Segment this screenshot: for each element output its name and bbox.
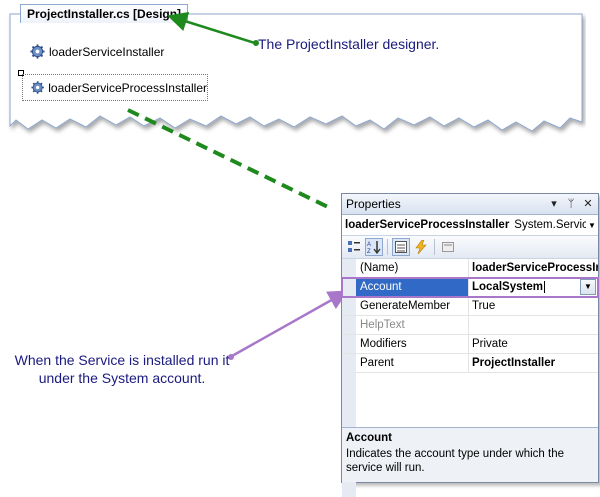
toolbar-separator	[434, 239, 435, 255]
chevron-down-icon[interactable]: ▼	[580, 279, 596, 295]
property-value[interactable]: Private	[469, 335, 598, 353]
property-name: (Name)	[356, 259, 469, 277]
row-gutter	[342, 297, 356, 315]
categorized-icon[interactable]	[345, 238, 363, 256]
object-name: loaderServiceProcessInstaller	[345, 219, 510, 231]
property-value[interactable]: loaderServiceProcessInstaller	[469, 259, 598, 277]
chevron-down-icon[interactable]: ▼	[586, 221, 598, 230]
property-name: GenerateMember	[356, 297, 469, 315]
property-row-account[interactable]: Account LocalSystem ▼	[341, 277, 599, 298]
object-selector-combo[interactable]: loaderServiceProcessInstaller System.Ser…	[342, 215, 598, 236]
property-row-generate-member[interactable]: GenerateMember True	[342, 297, 598, 316]
gear-icon	[30, 44, 45, 59]
description-text: Indicates the account type under which t…	[346, 448, 565, 474]
purple-arrow	[231, 290, 349, 358]
properties-view-icon[interactable]	[392, 238, 410, 256]
window-position-dropdown-icon[interactable]: ▾	[547, 197, 561, 211]
account-value[interactable]: LocalSystem	[472, 278, 580, 296]
row-gutter	[342, 278, 356, 296]
properties-window: Properties ▾ ᛘ ✕ loaderServiceProcessIns…	[341, 193, 599, 497]
properties-title: Properties	[346, 197, 401, 211]
property-value[interactable]: True	[469, 297, 598, 315]
description-title: Account	[346, 432, 392, 444]
row-gutter	[342, 335, 356, 353]
component-label: loaderServiceInstaller	[49, 44, 165, 59]
property-value[interactable]	[469, 316, 598, 334]
component-loader-service-installer[interactable]: loaderServiceInstaller	[30, 44, 164, 59]
alphabetical-icon[interactable]: AZ	[365, 238, 383, 256]
events-lightning-icon[interactable]	[412, 238, 430, 256]
property-name: Account	[356, 278, 469, 296]
object-type: System.Service	[514, 219, 586, 231]
close-icon[interactable]: ✕	[581, 197, 595, 211]
pin-icon[interactable]: ᛘ	[564, 197, 578, 211]
designer-surface: ProjectInstaller.cs [Design] loaderServi…	[4, 0, 586, 142]
svg-text:A: A	[367, 242, 371, 248]
property-row-modifiers[interactable]: Modifiers Private	[342, 335, 598, 354]
property-row-name[interactable]: (Name) loaderServiceProcessInstaller	[342, 259, 598, 278]
toolbar-separator	[387, 239, 388, 255]
property-pages-icon[interactable]	[439, 238, 457, 256]
designer-annotation: The ProjectInstaller designer.	[258, 36, 440, 52]
row-gutter	[342, 259, 356, 277]
property-name: Modifiers	[356, 335, 469, 353]
property-row-help-text[interactable]: HelpText	[342, 316, 598, 335]
component-label: loaderServiceProcessInstaller	[48, 80, 207, 95]
account-value-dropdown[interactable]: LocalSystem ▼	[469, 278, 598, 296]
gear-icon	[31, 81, 44, 94]
tab-project-installer-design[interactable]: ProjectInstaller.cs [Design]	[20, 4, 189, 23]
property-grid: (Name) loaderServiceProcessInstaller Acc…	[341, 259, 599, 497]
properties-title-bar: Properties ▾ ᛘ ✕	[342, 194, 598, 215]
property-name: HelpText	[356, 316, 469, 334]
svg-text:Z: Z	[367, 249, 371, 254]
component-loader-service-process-installer[interactable]: loaderServiceProcessInstaller	[22, 74, 208, 101]
row-gutter	[342, 316, 356, 334]
properties-toolbar: AZ	[342, 236, 598, 259]
description-pane: Account Indicates the account type under…	[342, 427, 598, 482]
account-annotation: When the Service is installed run it und…	[14, 352, 230, 386]
